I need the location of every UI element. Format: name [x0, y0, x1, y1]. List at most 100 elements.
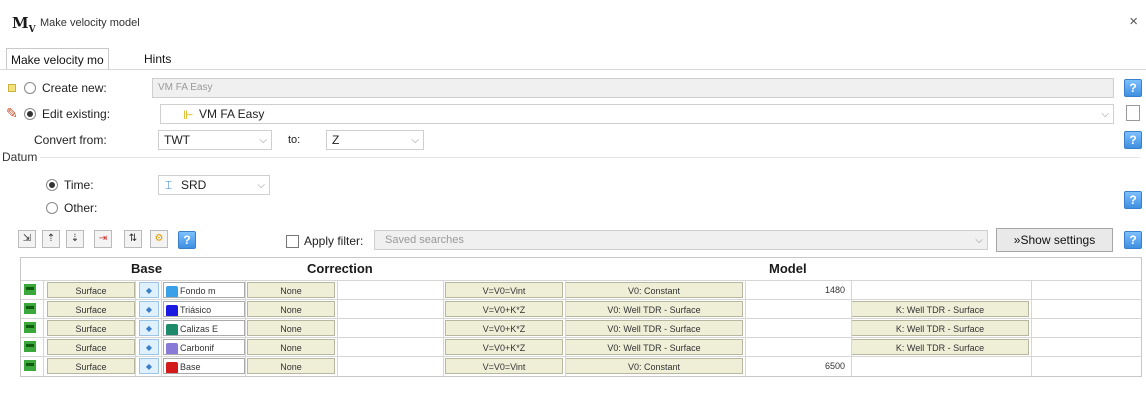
table-row: Surface ◆ Base None V=V0=Vint V0: Constant 650… — [21, 356, 1141, 375]
create-new-name-field[interactable]: VM FA Easy — [152, 78, 1114, 98]
formula-cell[interactable]: V=V0=Vint — [445, 358, 563, 374]
column-header-correction: Correction — [307, 261, 373, 276]
sort-icon[interactable]: ⇅ — [124, 230, 142, 248]
add-above-icon[interactable]: ⇡ — [42, 230, 60, 248]
add-below-icon[interactable]: ⇣ — [66, 230, 84, 248]
correction-cell[interactable]: None — [247, 282, 335, 298]
tab-make-velocity-model[interactable]: Make velocity mo — [6, 48, 109, 70]
horizon-cell[interactable]: Triásico — [163, 301, 245, 317]
value-cell[interactable] — [771, 320, 849, 336]
column-divider — [1031, 280, 1032, 376]
base-cell[interactable]: Surface — [47, 339, 135, 355]
close-icon[interactable]: × — [1129, 13, 1138, 30]
correction-cell[interactable]: None — [247, 301, 335, 317]
value-cell[interactable]: 1480 — [771, 282, 849, 298]
create-new-radio[interactable] — [24, 82, 36, 94]
convert-to-value: Z — [332, 133, 340, 147]
datum-other-radio[interactable] — [46, 202, 58, 214]
diamond-icon[interactable]: ◆ — [139, 282, 159, 298]
edit-existing-label: Edit existing: — [42, 107, 111, 121]
k-cell[interactable]: K: Well TDR - Surface — [851, 301, 1029, 317]
datum-time-row: Time: ⌶ SRD ⌵ ? — [0, 174, 1146, 209]
edit-existing-select[interactable]: ⊩ VM FA Easy ⌵ — [160, 104, 1114, 124]
toolbar-help-icon[interactable]: ? — [178, 231, 196, 249]
horizon-icon — [166, 305, 178, 316]
chevron-down-icon: ⌵ — [257, 180, 265, 191]
formula-cell[interactable]: V=V0+K*Z — [445, 339, 563, 355]
v0-cell[interactable]: V0: Constant — [565, 358, 743, 374]
k-cell[interactable]: K: Well TDR - Surface — [851, 339, 1029, 355]
tab-hints[interactable]: Hints — [140, 48, 175, 70]
saved-searches-select[interactable]: Saved searches ⌵ — [374, 230, 988, 250]
column-divider — [565, 280, 566, 376]
app-icon: MV — [12, 14, 36, 35]
datum-other-row: Other: — [0, 197, 1146, 219]
horizon-cell[interactable]: Carbonif — [163, 339, 245, 355]
correction-cell[interactable]: None — [247, 339, 335, 355]
column-divider — [337, 280, 338, 376]
chevron-down-icon: ⌵ — [975, 235, 983, 246]
flag-icon — [24, 322, 36, 333]
convert-help-icon[interactable]: ? — [1124, 131, 1142, 149]
settings-icon[interactable]: ⚙ — [150, 230, 168, 248]
flag-icon — [24, 284, 36, 295]
delete-row-icon[interactable]: ⇥ — [94, 230, 112, 248]
create-new-help-icon[interactable]: ? — [1124, 79, 1142, 97]
insert-row-icon[interactable]: ⇲ — [18, 230, 36, 248]
convert-to-label: to: — [288, 134, 301, 146]
base-cell[interactable]: Surface — [47, 282, 135, 298]
diamond-icon[interactable]: ◆ — [139, 339, 159, 355]
k-cell[interactable]: K: Well TDR - Surface — [851, 320, 1029, 336]
datum-time-label: Time: — [64, 178, 94, 192]
value-cell[interactable]: 6500 — [771, 358, 849, 374]
velocity-table: Base Correction Model Surface ◆ Fondo m Non… — [20, 257, 1142, 377]
value-cell[interactable] — [771, 339, 849, 355]
formula-cell[interactable]: V=V0=Vint — [445, 282, 563, 298]
convert-row: Convert from: TWT ⌵ to: Z ⌵ ? — [0, 129, 1146, 151]
diamond-icon[interactable]: ◆ — [139, 358, 159, 374]
pencil-icon: ✎ — [6, 105, 18, 121]
datum-time-radio[interactable] — [46, 179, 58, 191]
table-row: Surface ◆ Triásico None V=V0+K*Z V0: Well TDR… — [21, 299, 1141, 318]
title-bar: MV Make velocity model × — [0, 0, 1146, 44]
convert-from-label: Convert from: — [34, 133, 107, 147]
diamond-icon[interactable]: ◆ — [139, 301, 159, 317]
convert-from-value: TWT — [164, 133, 190, 147]
tab-divider — [0, 69, 1146, 70]
saved-searches-text: Saved searches — [385, 234, 464, 246]
show-settings-help-icon[interactable]: ? — [1124, 231, 1142, 249]
convert-from-select[interactable]: TWT ⌵ — [158, 130, 272, 150]
formula-cell[interactable]: V=V0+K*Z — [445, 301, 563, 317]
horizon-icon — [166, 362, 178, 373]
formula-cell[interactable]: V=V0+K*Z — [445, 320, 563, 336]
apply-filter-checkbox[interactable] — [286, 235, 299, 248]
v0-cell[interactable]: V0: Well TDR - Surface — [565, 320, 743, 336]
base-cell[interactable]: Surface — [47, 320, 135, 336]
edit-existing-radio[interactable] — [24, 108, 36, 120]
datum-other-label: Other: — [64, 201, 98, 215]
horizon-cell[interactable]: Base — [163, 358, 245, 374]
document-icon[interactable] — [1126, 105, 1140, 121]
create-new-label: Create new: — [42, 81, 107, 95]
column-header-base: Base — [131, 261, 163, 276]
correction-cell[interactable]: None — [247, 320, 335, 336]
create-new-icon — [8, 84, 16, 92]
v0-cell[interactable]: V0: Well TDR - Surface — [565, 339, 743, 355]
table-row: Surface ◆ Carbonif None V=V0+K*Z V0: Well TDR… — [21, 337, 1141, 356]
convert-to-select[interactable]: Z ⌵ — [326, 130, 424, 150]
v0-cell[interactable]: V0: Well TDR - Surface — [565, 301, 743, 317]
value-cell[interactable] — [771, 301, 849, 317]
horizon-cell[interactable]: Calizas E — [163, 320, 245, 336]
base-cell[interactable]: Surface — [47, 301, 135, 317]
diamond-icon[interactable]: ◆ — [139, 320, 159, 336]
horizon-cell[interactable]: Fondo m — [163, 282, 245, 298]
datum-divider — [40, 157, 1140, 158]
table-row: Surface ◆ Fondo m None V=V0=Vint V0: Constant… — [21, 280, 1141, 299]
base-cell[interactable]: Surface — [47, 358, 135, 374]
datum-time-select[interactable]: ⌶ SRD ⌵ — [158, 175, 270, 195]
create-new-row: Create new: VM FA Easy ? — [0, 77, 1146, 99]
chevron-down-icon: ⌵ — [1101, 109, 1109, 120]
correction-cell[interactable]: None — [247, 358, 335, 374]
show-settings-button[interactable]: »Show settings — [996, 228, 1113, 252]
v0-cell[interactable]: V0: Constant — [565, 282, 743, 298]
